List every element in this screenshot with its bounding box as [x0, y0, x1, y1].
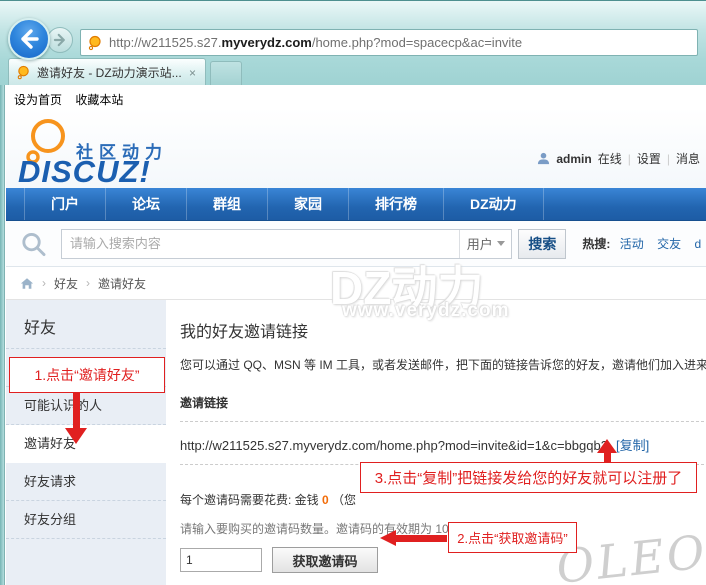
- url-text: http://w211525.s27.myverydz.com/home.php…: [109, 35, 522, 50]
- nav-item-forum[interactable]: 论坛: [106, 188, 187, 220]
- user-icon: [537, 152, 550, 165]
- online-status: 在线: [598, 150, 622, 167]
- annotation-arrow2-head-icon: [380, 530, 396, 546]
- annotation-arrow2-shaft: [395, 535, 447, 542]
- browser-back-button[interactable]: [8, 18, 50, 60]
- new-tab-button[interactable]: [210, 61, 242, 86]
- annotation-arrow3-shaft: [604, 452, 611, 462]
- cost-prefix: 每个邀请码需要花费: 金钱: [180, 493, 322, 507]
- main-content: 我的好友邀请链接 您可以通过 QQ、MSN 等 IM 工具，或者发送邮件，把下面…: [166, 300, 706, 585]
- tab-favicon-icon: [16, 65, 31, 80]
- hot-search: 热搜: 活动 交友 d: [582, 235, 706, 252]
- logo-wordmark: DISCUZ!: [18, 154, 151, 190]
- hot-search-item[interactable]: d: [694, 237, 701, 251]
- breadcrumb: › 好友 › 邀请好友: [6, 267, 706, 300]
- browser-forward-button[interactable]: [47, 27, 73, 53]
- sidebar-item-friend-groups[interactable]: 好友分组: [6, 501, 166, 539]
- tab-title: 邀请好友 - DZ动力演示站...: [37, 64, 181, 81]
- annotation-step1: 1.点击“邀请好友”: [9, 357, 165, 393]
- site-header: 社区动力 DISCUZ! admin 在线 | 设置 | 消息: [6, 108, 706, 188]
- separator: |: [628, 152, 631, 166]
- settings-link[interactable]: 设置: [637, 150, 661, 167]
- search-row: 用户 搜索 热搜: 活动 交友 d: [6, 221, 706, 267]
- browser-tab[interactable]: 邀请好友 - DZ动力演示站... ×: [8, 58, 206, 86]
- invite-link-url: http://w211525.s27.myverydz.com/home.php…: [180, 438, 608, 453]
- search-scope-dropdown[interactable]: 用户: [459, 230, 511, 258]
- nav-item-ranklist[interactable]: 排行榜: [349, 188, 444, 220]
- breadcrumb-separator: ›: [86, 276, 90, 290]
- page-title: 我的好友邀请链接: [180, 318, 706, 342]
- nav-item-group[interactable]: 群组: [187, 188, 268, 220]
- copy-link[interactable]: [复制]: [616, 438, 649, 453]
- page-viewport: 设为首页 收藏本站 社区动力 DISCUZ! admin 在线 | 设置 | 消…: [6, 85, 706, 585]
- buy-row: 获取邀请码: [180, 547, 706, 573]
- separator: |: [667, 152, 670, 166]
- quicklinks-bar: 设为首页 收藏本站: [6, 85, 706, 108]
- annotation-arrow3-head-icon: [597, 439, 617, 453]
- invite-link-label: 邀请链接: [180, 394, 706, 411]
- window-frame-left: [0, 85, 5, 585]
- cost-suffix: （您: [329, 493, 356, 507]
- username-link[interactable]: admin: [556, 152, 591, 166]
- divider: [180, 421, 706, 422]
- search-icon: [20, 230, 47, 258]
- forward-arrow-icon: [53, 33, 67, 47]
- annotation-step3: 3.点击“复制”把链接发给您的好友就可以注册了: [360, 462, 697, 493]
- cost-line: 每个邀请码需要花费: 金钱 0 （您: [180, 491, 706, 508]
- tab-close-icon[interactable]: ×: [187, 66, 198, 80]
- nav-item-home[interactable]: 家园: [268, 188, 349, 220]
- sidebar-title: 好友: [6, 300, 166, 349]
- set-home-link[interactable]: 设为首页: [14, 93, 62, 107]
- quantity-input[interactable]: [180, 548, 262, 572]
- breadcrumb-invite[interactable]: 邀请好友: [98, 275, 146, 292]
- cost-value: 0: [322, 493, 329, 507]
- breadcrumb-friends[interactable]: 好友: [54, 275, 78, 292]
- site-logo[interactable]: 社区动力 DISCUZ!: [14, 114, 214, 186]
- main-navbar: 门户 论坛 群组 家园 排行榜 DZ动力: [6, 188, 706, 221]
- address-bar[interactable]: http://w211525.s27.myverydz.com/home.php…: [80, 29, 698, 56]
- annotation-step2: 2.点击“获取邀请码”: [448, 522, 577, 553]
- nav-item-portal[interactable]: 门户: [24, 188, 106, 220]
- browser-chrome: http://w211525.s27.myverydz.com/home.php…: [0, 0, 706, 85]
- annotation-arrow1-shaft: [73, 393, 80, 429]
- invite-link-line: http://w211525.s27.myverydz.com/home.php…: [180, 435, 706, 454]
- hot-search-item[interactable]: 交友: [657, 237, 681, 251]
- intro-text: 您可以通过 QQ、MSN 等 IM 工具，或者发送邮件，把下面的链接告诉您的好友…: [180, 357, 706, 374]
- home-icon[interactable]: [20, 277, 34, 290]
- bookmark-link[interactable]: 收藏本站: [75, 93, 123, 107]
- breadcrumb-separator: ›: [42, 276, 46, 290]
- search-box: 用户: [61, 229, 512, 259]
- site-favicon-icon: [87, 35, 103, 51]
- messages-link[interactable]: 消息: [676, 150, 700, 167]
- annotation-arrow1-head-icon: [65, 428, 87, 444]
- hot-search-item[interactable]: 活动: [620, 237, 644, 251]
- chevron-down-icon: [497, 241, 505, 246]
- user-strip: admin 在线 | 设置 | 消息: [537, 150, 700, 167]
- sidebar-item-friend-requests[interactable]: 好友请求: [6, 463, 166, 501]
- back-arrow-icon: [18, 28, 40, 50]
- get-invite-code-button[interactable]: 获取邀请码: [272, 547, 378, 573]
- search-scope-label: 用户: [467, 234, 493, 253]
- nav-item-dz[interactable]: DZ动力: [444, 188, 544, 220]
- search-button[interactable]: 搜索: [518, 229, 566, 259]
- search-input[interactable]: [62, 236, 459, 251]
- hot-search-label: 热搜:: [582, 237, 610, 251]
